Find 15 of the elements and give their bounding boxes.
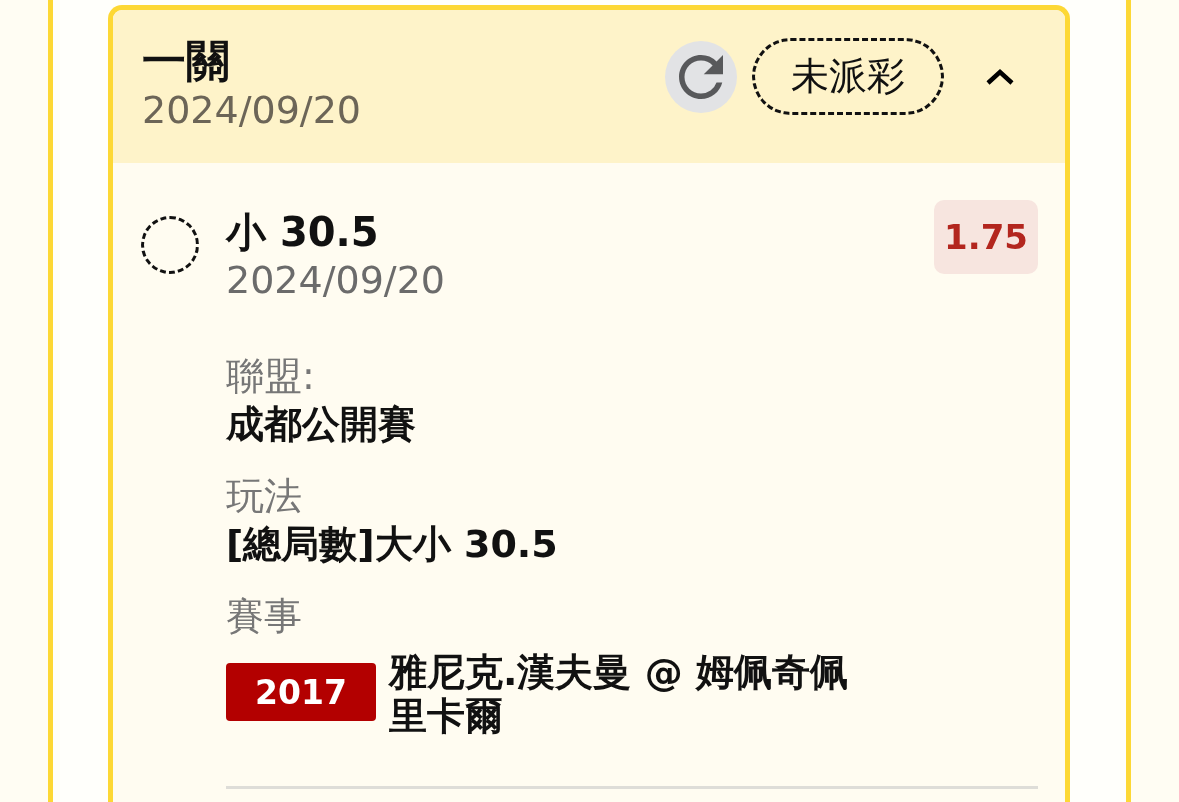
detail-value: 成都公開賽 <box>226 401 417 448</box>
selection-name: 小 30.5 <box>226 208 380 256</box>
detail-label: 聯盟: <box>226 353 316 400</box>
selection-date: 2024/09/20 <box>226 257 447 304</box>
event-code-tag: 2017 <box>226 663 376 721</box>
odds-tag: 1.75 <box>934 200 1038 274</box>
bet-type-title: 一關 <box>142 34 231 88</box>
bet-date: 2024/09/20 <box>142 88 362 132</box>
chevron-up-icon <box>985 67 1015 86</box>
status-pill: 未派彩 <box>752 38 944 115</box>
match-name: 雅尼克.漢夫曼 @ 姆佩奇佩里卡爾 <box>389 650 849 738</box>
detail-label: 玩法 <box>226 473 303 520</box>
detail-label: 賽事 <box>226 593 303 640</box>
refresh-icon <box>679 54 723 99</box>
detail-value: [總局數]大小 30.5 <box>226 521 559 568</box>
